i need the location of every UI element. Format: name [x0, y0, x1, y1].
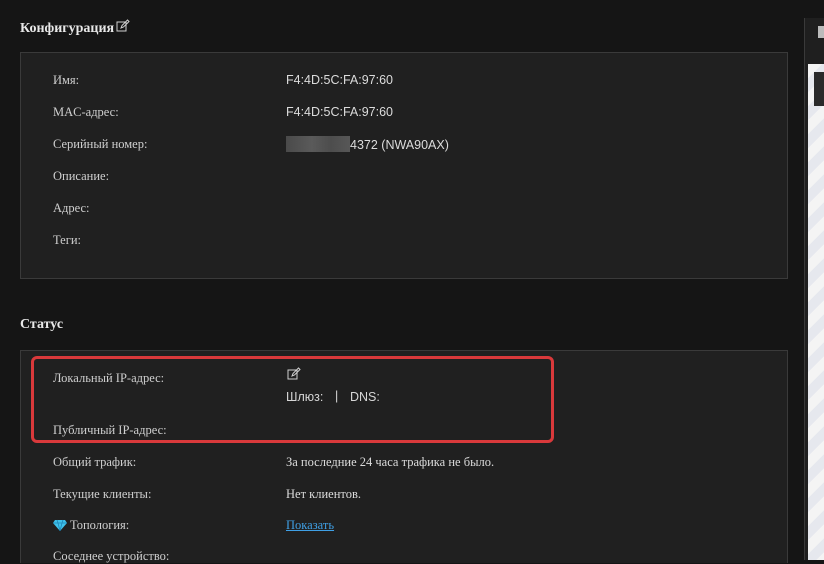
topology-label: Топология:	[70, 518, 130, 532]
config-title-text: Конфигурация	[20, 21, 115, 36]
diamond-icon	[53, 519, 67, 535]
mac-label: MAC-адрес:	[53, 105, 119, 119]
traffic-value: За последние 24 часа трафика не было.	[286, 455, 495, 469]
traffic-label: Общий трафик:	[53, 455, 137, 469]
serial-label: Серийный номер:	[53, 137, 148, 151]
name-label: Имя:	[53, 73, 80, 87]
highlight-box	[31, 356, 554, 443]
mac-value: F4:4D:5C:FA:97:60	[286, 105, 394, 119]
neighbor-label: Соседнее устройство:	[53, 549, 170, 563]
side-panel-button[interactable]	[814, 72, 824, 106]
side-panel-header	[818, 26, 824, 38]
name-value: F4:4D:5C:FA:97:60	[286, 73, 394, 87]
address-label: Адрес:	[53, 201, 90, 215]
serial-value-row: 4372 (NWA90AX)	[286, 136, 449, 152]
serial-value: 4372 (NWA90AX)	[350, 138, 449, 152]
side-panel-content	[808, 64, 824, 560]
show-topology-link[interactable]: Показать	[286, 518, 334, 533]
clients-label: Текущие клиенты:	[53, 487, 152, 501]
clients-value: Нет клиентов.	[286, 487, 361, 501]
status-section-title: Статус	[20, 317, 64, 332]
config-section-title: Конфигурация	[20, 19, 130, 38]
config-panel: Имя: F4:4D:5C:FA:97:60 MAC-адрес: F4:4D:…	[20, 52, 788, 279]
description-label: Описание:	[53, 169, 110, 183]
topology-row: Топология:	[53, 518, 129, 535]
redacted-block	[286, 136, 350, 152]
tags-label: Теги:	[53, 233, 81, 247]
edit-icon[interactable]	[116, 19, 130, 38]
